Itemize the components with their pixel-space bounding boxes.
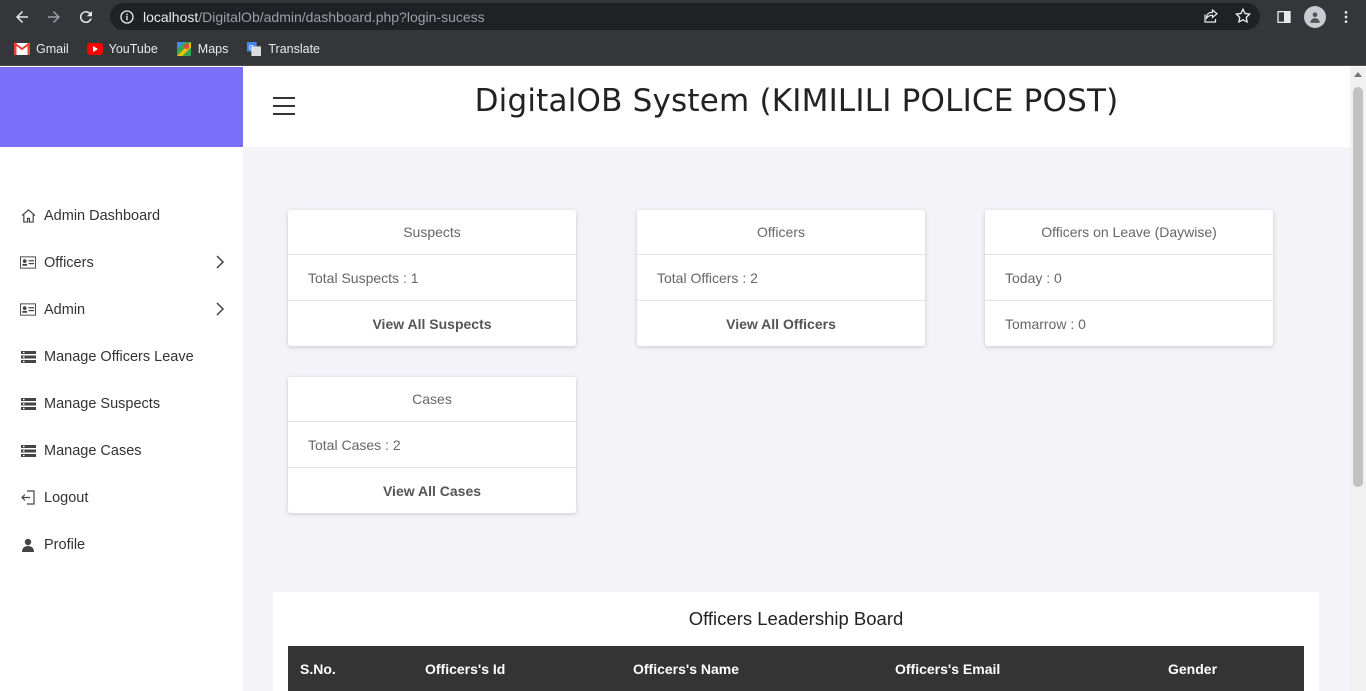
- scroll-up-arrow-icon[interactable]: [1354, 72, 1362, 77]
- card-title: Suspects: [288, 210, 576, 255]
- suspects-card: Suspects Total Suspects : 1 View All Sus…: [288, 210, 576, 346]
- sidebar-brand: [0, 67, 243, 147]
- sidebar: Admin Dashboard Officers Admin Manage Of…: [0, 67, 243, 691]
- id-card-icon: [20, 303, 36, 317]
- top-header: DigitalOB System (KIMILILI POLICE POST): [243, 67, 1350, 147]
- leave-tomorrow: Tomarrow : 0: [1005, 315, 1086, 332]
- cases-card: Cases Total Cases : 2 View All Cases: [288, 377, 576, 513]
- address-bar[interactable]: localhost/DigitalOb/admin/dashboard.php?…: [110, 3, 1260, 30]
- menu-kebab-icon[interactable]: [1338, 9, 1354, 25]
- leave-today: Today : 0: [985, 255, 1273, 301]
- gmail-icon: [14, 42, 30, 55]
- view-all-officers-link[interactable]: View All Officers: [637, 301, 925, 346]
- page-scrollbar[interactable]: [1350, 67, 1366, 691]
- maps-icon: [176, 42, 191, 56]
- view-all-cases-link[interactable]: View All Cases: [288, 468, 576, 513]
- leaderboard-title: Officers Leadership Board: [688, 608, 904, 629]
- youtube-icon: [86, 43, 103, 55]
- sidebar-item-manage-officers-leave[interactable]: Manage Officers Leave: [0, 333, 243, 380]
- bookmark-translate[interactable]: G Translate: [246, 42, 320, 56]
- bookmark-gmail[interactable]: Gmail: [14, 42, 69, 56]
- id-card-icon: [20, 256, 36, 270]
- card-title: Cases: [288, 377, 576, 422]
- column-header-officer-email[interactable]: Officers's Email: [895, 661, 1000, 677]
- main-content: DigitalOB System (KIMILILI POLICE POST) …: [243, 67, 1350, 691]
- bookmark-youtube[interactable]: YouTube: [86, 42, 158, 56]
- card-total: Total Suspects : 1: [288, 255, 576, 301]
- card-total: Total Cases : 2: [288, 422, 576, 468]
- sidebar-item-logout[interactable]: Logout: [0, 474, 243, 521]
- sidebar-item-admin-dashboard[interactable]: Admin Dashboard: [0, 192, 243, 239]
- officers-card: Officers Total Officers : 2 View All Off…: [637, 210, 925, 346]
- column-header-officer-id[interactable]: Officers's Id: [425, 661, 505, 677]
- side-panel-icon[interactable]: [1276, 9, 1292, 25]
- card-title: Officers on Leave (Daywise): [985, 210, 1273, 255]
- bookmarks-bar: Gmail YouTube Maps G Translate: [0, 33, 1366, 66]
- chevron-right-icon: [216, 302, 225, 316]
- sidebar-item-manage-suspects[interactable]: Manage Suspects: [0, 380, 243, 427]
- url-text[interactable]: localhost/DigitalOb/admin/dashboard.php?…: [143, 9, 485, 25]
- sidebar-item-admin[interactable]: Admin: [0, 286, 243, 333]
- browser-toolbar: localhost/DigitalOb/admin/dashboard.php?…: [0, 0, 1366, 33]
- translate-icon: G: [247, 42, 262, 56]
- leaderboard-table-header: S.No. Officers's Id Officers's Name Offi…: [288, 646, 1304, 691]
- app-root: Admin Dashboard Officers Admin Manage Of…: [0, 67, 1366, 691]
- back-icon[interactable]: [6, 1, 38, 33]
- leaderboard-panel: Officers Leadership Board S.No. Officers…: [273, 592, 1319, 691]
- user-icon: [20, 538, 36, 552]
- forward-icon[interactable]: [38, 1, 70, 33]
- svg-text:G: G: [249, 45, 254, 52]
- reload-icon[interactable]: [70, 1, 102, 33]
- officers-leave-card: Officers on Leave (Daywise) Today : 0 To…: [985, 210, 1273, 346]
- sidebar-item-officers[interactable]: Officers: [0, 239, 243, 286]
- site-info-icon[interactable]: [119, 9, 135, 25]
- card-title: Officers: [637, 210, 925, 255]
- list-icon: [20, 350, 36, 364]
- list-icon: [20, 397, 36, 411]
- view-all-suspects-link[interactable]: View All Suspects: [288, 301, 576, 346]
- sidebar-menu: Admin Dashboard Officers Admin Manage Of…: [0, 192, 243, 568]
- profile-avatar[interactable]: [1304, 5, 1326, 28]
- column-header-officer-name[interactable]: Officers's Name: [633, 661, 739, 677]
- list-icon: [20, 444, 36, 458]
- sidebar-item-profile[interactable]: Profile: [0, 521, 243, 568]
- bookmark-star-icon[interactable]: [1234, 7, 1252, 25]
- bookmark-maps[interactable]: Maps: [176, 42, 228, 56]
- chevron-right-icon: [216, 255, 225, 269]
- sidebar-item-manage-cases[interactable]: Manage Cases: [0, 427, 243, 474]
- column-header-sno[interactable]: S.No.: [300, 661, 336, 677]
- logout-icon: [20, 490, 36, 505]
- scrollbar-thumb[interactable]: [1353, 87, 1363, 487]
- card-total: Total Officers : 2: [637, 255, 925, 301]
- page-title: DigitalOB System (KIMILILI POLICE POST): [474, 83, 1119, 119]
- home-icon: [20, 208, 36, 223]
- share-icon[interactable]: [1202, 7, 1220, 25]
- column-header-gender[interactable]: Gender: [1168, 661, 1217, 677]
